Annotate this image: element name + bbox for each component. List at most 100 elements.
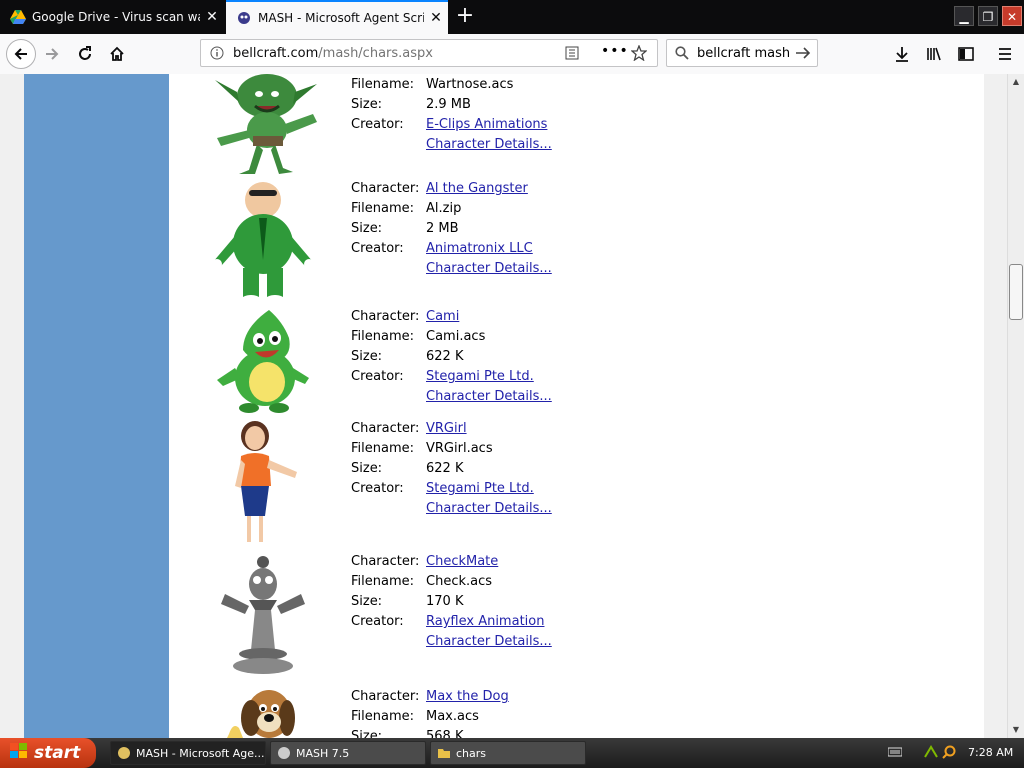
restore-button[interactable]: ❐ [978,6,998,26]
taskbar-item-chars[interactable]: chars [430,741,586,765]
home-button[interactable] [103,40,131,68]
char-2-details-row: Character Details... [351,261,552,276]
char-3-details-row: Character Details... [351,389,552,404]
character-name-link[interactable]: Al the Gangster [426,181,528,196]
character-details-link[interactable]: Character Details... [426,261,552,276]
char-6-character-row: Character: Max the Dog [351,689,509,704]
creator-label: Creator: [351,369,404,384]
character-name-link[interactable]: Max the Dog [426,689,509,704]
search-input[interactable]: bellcraft mash [697,46,790,61]
minimize-button[interactable]: ▁ [954,6,974,26]
creator-link[interactable]: E-Clips Animations [426,117,547,132]
size-value: 2 MB [426,221,459,236]
search-bar[interactable]: bellcraft mash [666,39,818,67]
vertical-scrollbar[interactable]: ▲ ▼ [1007,74,1024,738]
close-icon[interactable]: ✕ [424,10,448,26]
scroll-thumb[interactable] [1009,264,1023,320]
search-icon[interactable] [942,745,956,762]
task-label: chars [456,746,487,760]
mash-icon [277,746,291,760]
more-actions-icon[interactable]: ••• [601,43,629,59]
size-value: 170 K [426,594,464,609]
char-4-size-row: Size: 622 K [351,461,463,476]
character-details-link[interactable]: Character Details... [426,501,552,516]
keyboard-icon[interactable] [887,746,903,761]
tab-google-drive[interactable]: Google Drive - Virus scan warning ✕ [0,0,224,34]
forward-button[interactable] [38,40,66,68]
filename-label: Filename: [351,441,415,456]
size-value: 622 K [426,461,464,476]
character-label: Character: [351,181,420,196]
hamburger-icon [999,48,1011,60]
mash-icon [117,746,131,760]
arrow-left-icon [14,48,27,60]
downloads-button[interactable] [888,40,916,68]
dog-icon[interactable] [225,688,295,738]
character-details-link[interactable]: Character Details... [426,137,552,152]
creator-label: Creator: [351,614,404,629]
start-button[interactable]: start [0,738,96,768]
size-label: Size: [351,349,383,364]
url-bar[interactable]: bellcraft.com/mash/chars.aspx ••• [200,39,658,67]
character-name-link[interactable]: VRGirl [426,421,467,436]
filename-value: VRGirl.acs [426,441,493,456]
char-1-details-row: Character Details... [351,137,552,152]
creator-label: Creator: [351,241,404,256]
char-5-filename-row: Filename: Check.acs [351,574,492,589]
char-6-size-row: Size: 568 K [351,729,463,738]
creator-link[interactable]: Stegami Pte Ltd. [426,369,534,384]
char-2-creator-row: Creator: Animatronix LLC [351,241,533,256]
char-2-filename-row: Filename: Al.zip [351,201,461,216]
reader-view-icon[interactable] [565,46,579,63]
back-button[interactable] [6,39,36,69]
char-5-character-row: Character: CheckMate [351,554,498,569]
girl-icon[interactable] [231,420,301,546]
filename-value: Al.zip [426,201,462,216]
size-label: Size: [351,97,383,112]
filename-label: Filename: [351,77,415,92]
character-name-link[interactable]: CheckMate [426,554,498,569]
scroll-down-arrow-icon[interactable]: ▼ [1008,722,1024,738]
filename-label: Filename: [351,201,415,216]
taskbar-item-mash-browser[interactable]: MASH - Microsoft Age... [110,741,266,765]
char-5-creator-row: Creator: Rayflex Animation [351,614,544,629]
troll-icon[interactable] [209,74,321,176]
bookmark-star-icon[interactable] [630,44,648,64]
info-icon[interactable] [210,46,224,63]
creator-link[interactable]: Rayflex Animation [426,614,544,629]
char-4-creator-row: Creator: Stegami Pte Ltd. [351,481,534,496]
filename-label: Filename: [351,329,415,344]
chameleon-icon[interactable] [213,308,313,414]
char-1-creator-row: Creator: E-Clips Animations [351,117,547,132]
page-gutter [984,74,1007,738]
character-name-link[interactable]: Cami [426,309,459,324]
page-viewport: Filename: Wartnose.acs Size: 2.9 MB Creato… [0,74,1007,738]
chess-king-icon[interactable] [217,554,309,678]
creator-link[interactable]: Stegami Pte Ltd. [426,481,534,496]
gangster-icon[interactable] [207,180,319,306]
tab-mash[interactable]: MASH - Microsoft Agent Scripting H ✕ [226,0,448,34]
new-tab-button[interactable]: + [452,4,478,30]
scroll-up-arrow-icon[interactable]: ▲ [1008,74,1024,90]
character-details-link[interactable]: Character Details... [426,634,552,649]
character-details-link[interactable]: Character Details... [426,389,552,404]
size-label: Size: [351,594,383,609]
size-label: Size: [351,461,383,476]
tab-title: MASH - Microsoft Agent Scripting H [258,11,424,25]
character-label: Character: [351,309,420,324]
arrow-right-icon[interactable] [795,46,811,63]
reload-button[interactable] [71,40,99,68]
char-4-details-row: Character Details... [351,501,552,516]
window-close-button[interactable]: ✕ [1002,6,1022,26]
taskbar-item-mash-app[interactable]: MASH 7.5 [270,741,426,765]
tab-title: Google Drive - Virus scan warning [32,10,200,24]
creator-label: Creator: [351,481,404,496]
menu-button[interactable] [991,40,1019,68]
creator-link[interactable]: Animatronix LLC [426,241,533,256]
windows-logo-icon [10,742,28,764]
char-4-character-row: Character: VRGirl [351,421,467,436]
library-button[interactable] [920,40,948,68]
close-icon[interactable]: ✕ [200,9,224,25]
sidebar-button[interactable] [952,40,980,68]
network-icon[interactable] [924,745,938,762]
